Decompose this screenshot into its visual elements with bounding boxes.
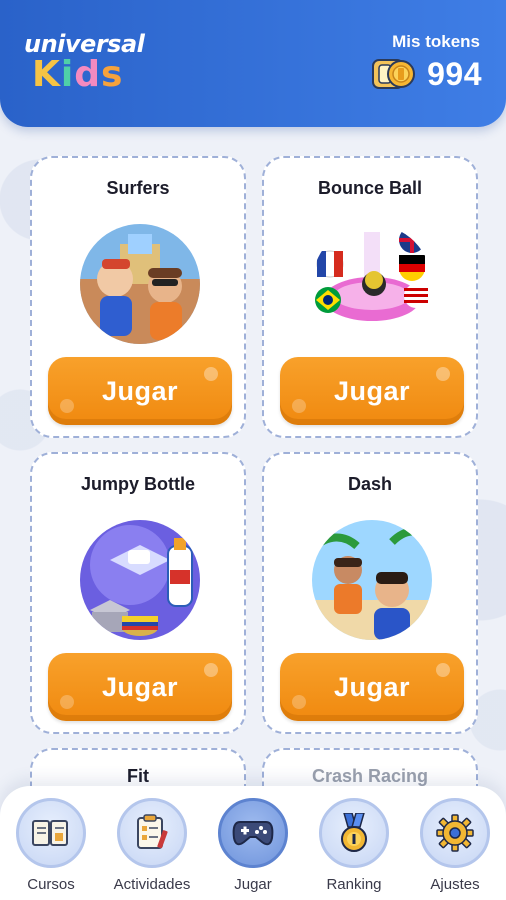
- play-button-label: Jugar: [333, 671, 411, 702]
- game-card-jumpy-bottle: Jumpy Bottle Jugar: [30, 452, 246, 734]
- nav-label: Ranking: [326, 876, 382, 893]
- game-card-dash: Dash Jugar: [262, 452, 478, 734]
- nav-icon-container: [319, 798, 389, 868]
- medal-icon: [341, 813, 367, 852]
- play-button-label: Jugar: [101, 671, 179, 702]
- nav-icon-container: [218, 798, 288, 868]
- game-card-surfers: Surfers Jugar: [30, 156, 246, 438]
- gamepad-icon: [232, 821, 274, 846]
- play-button-dash[interactable]: Jugar: [280, 653, 464, 721]
- nav-item-jugar[interactable]: Jugar: [205, 798, 301, 898]
- nav-item-ranking[interactable]: Ranking: [306, 798, 402, 898]
- nav-label: Cursos: [27, 876, 75, 893]
- nav-label: Actividades: [113, 876, 191, 893]
- game-title: Dash: [347, 474, 392, 494]
- game-title: Jumpy Bottle: [80, 474, 195, 494]
- nav-icon-container: [117, 798, 187, 868]
- play-button-jumpy-bottle[interactable]: Jugar: [48, 653, 232, 721]
- play-button-label: Jugar: [333, 375, 411, 406]
- game-title: Bounce Ball: [317, 178, 423, 198]
- nav-label: Jugar: [234, 876, 272, 893]
- play-button-surfers[interactable]: Jugar: [48, 357, 232, 425]
- nav-item-ajustes[interactable]: Ajustes: [407, 798, 503, 898]
- bottom-navigation: Cursos Actividades Jugar Ranking Ajustes: [0, 786, 506, 900]
- surfers-thumbnail: [80, 224, 200, 344]
- nav-item-actividades[interactable]: Actividades: [104, 798, 200, 898]
- play-button-label: Jugar: [101, 375, 179, 406]
- dash-thumbnail: [312, 520, 432, 640]
- bounce-ball-thumbnail: [312, 224, 432, 344]
- games-grid: Surfers Jugar Bounce Ball Jugar Jumpy Bo…: [0, 0, 506, 900]
- nav-icon-container: [420, 798, 490, 868]
- book-icon: [32, 820, 68, 846]
- checklist-icon: [137, 814, 168, 849]
- nav-icon-container: [16, 798, 86, 868]
- game-title: Fit: [127, 766, 149, 786]
- nav-item-cursos[interactable]: Cursos: [3, 798, 99, 898]
- game-card-bounce-ball: Bounce Ball Jugar: [262, 156, 478, 438]
- game-title: Crash Racing: [311, 766, 429, 786]
- game-title: Surfers: [106, 178, 170, 198]
- gear-icon: [436, 814, 474, 852]
- jumpy-bottle-thumbnail: [80, 520, 200, 640]
- play-button-bounce-ball[interactable]: Jugar: [280, 357, 464, 425]
- nav-label: Ajustes: [430, 876, 480, 893]
